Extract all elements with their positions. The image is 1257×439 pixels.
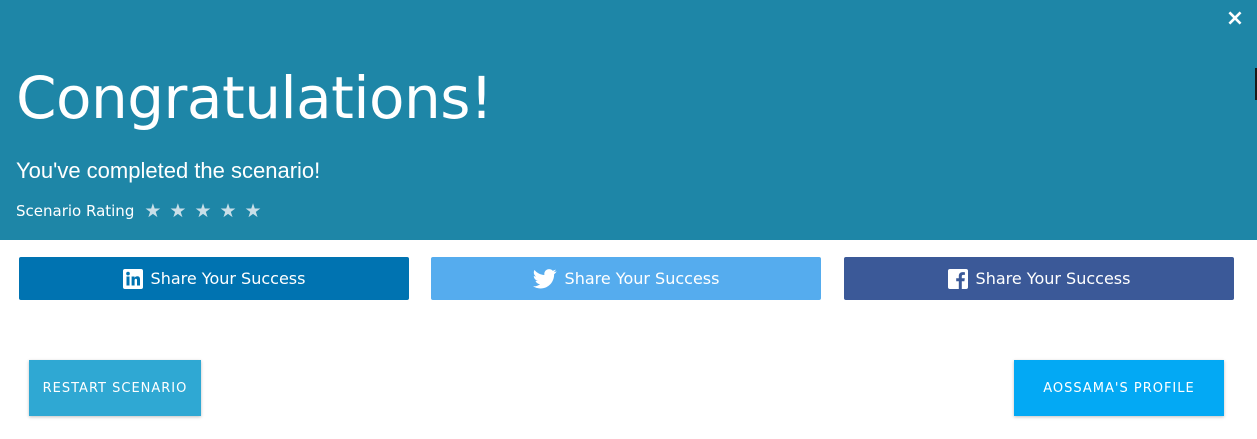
share-label: Share Your Success: [975, 269, 1131, 288]
share-linkedin-button[interactable]: Share Your Success: [19, 257, 409, 300]
dialog-header: × Congratulations! You've completed the …: [0, 0, 1257, 240]
rating-label: Scenario Rating: [16, 202, 135, 220]
share-label: Share Your Success: [564, 269, 720, 288]
twitter-icon: [532, 268, 557, 289]
linkedin-icon: [122, 268, 143, 289]
restart-scenario-button[interactable]: RESTART SCENARIO: [29, 360, 201, 416]
star-icon[interactable]: ★: [169, 199, 186, 223]
close-icon[interactable]: ×: [1223, 6, 1247, 32]
page-title: Congratulations!: [16, 64, 493, 132]
star-icon[interactable]: ★: [245, 199, 262, 223]
share-twitter-button[interactable]: Share Your Success: [431, 257, 821, 300]
facebook-icon: [947, 268, 968, 289]
share-facebook-button[interactable]: Share Your Success: [844, 257, 1234, 300]
share-label: Share Your Success: [150, 269, 306, 288]
completion-dialog: × Congratulations! You've completed the …: [0, 0, 1257, 439]
star-icon[interactable]: ★: [219, 199, 236, 223]
profile-button[interactable]: AOSSAMA'S PROFILE: [1014, 360, 1224, 416]
star-icon[interactable]: ★: [194, 199, 211, 223]
star-icon[interactable]: ★: [144, 199, 161, 223]
subtitle: You've completed the scenario!: [16, 158, 321, 183]
scenario-rating: Scenario Rating ★ ★ ★ ★ ★: [16, 198, 270, 224]
